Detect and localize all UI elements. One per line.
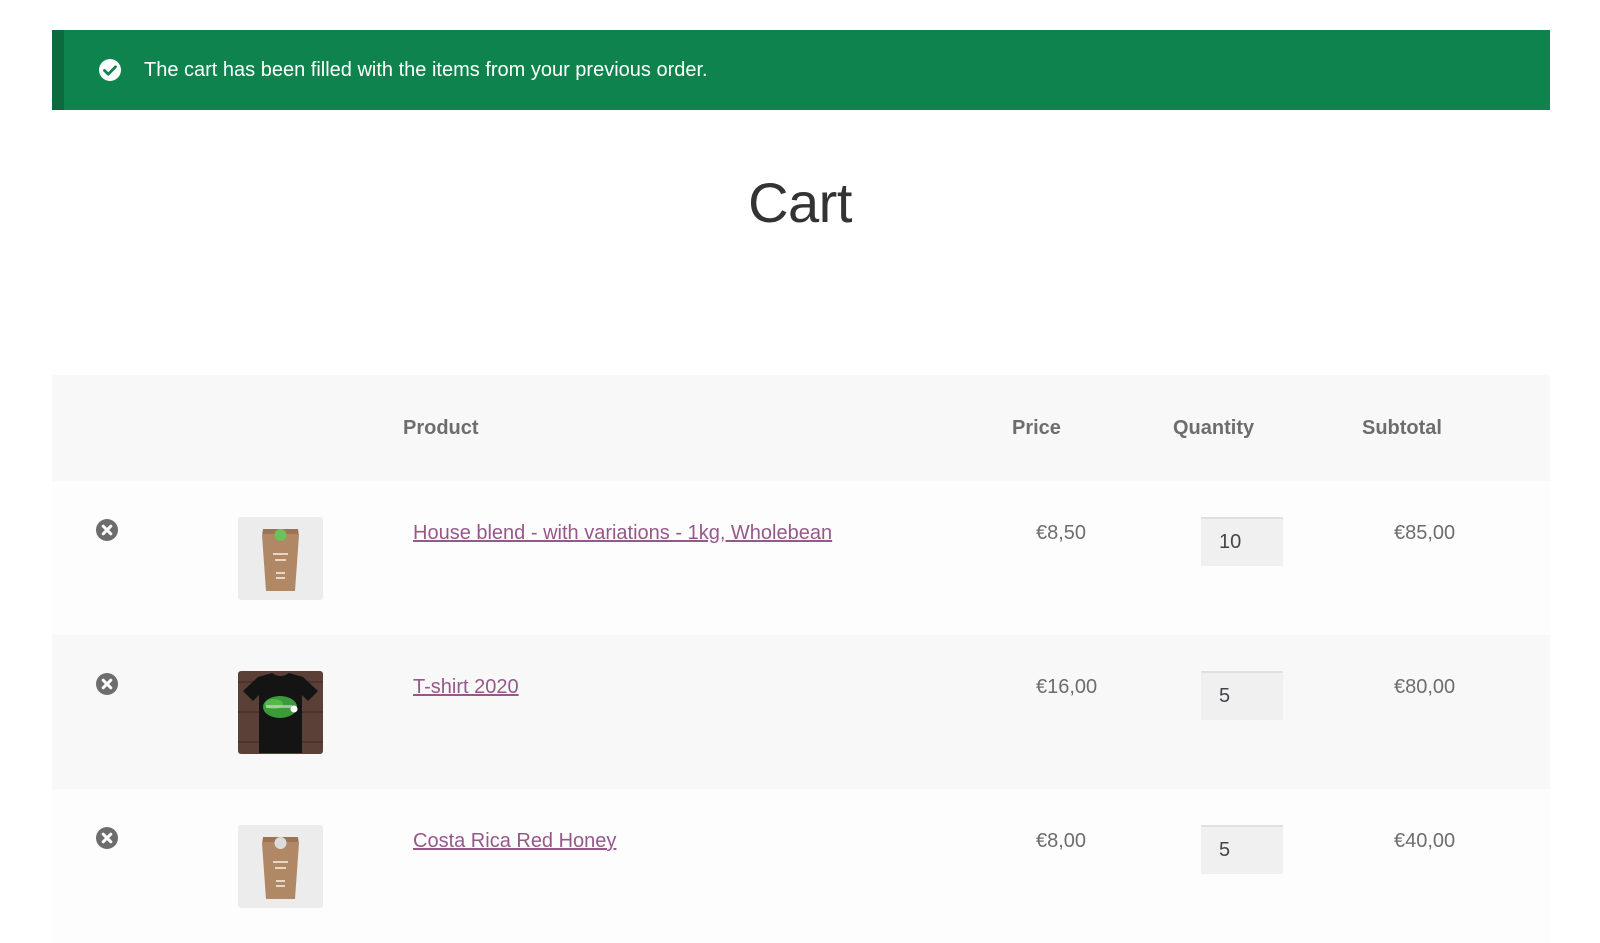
- column-header-price: Price: [1012, 417, 1061, 439]
- product-thumbnail[interactable]: [238, 517, 323, 600]
- quantity-input[interactable]: [1201, 825, 1283, 874]
- table-header-row: Product Price Quantity Subtotal: [52, 375, 1550, 481]
- column-header-subtotal: Subtotal: [1362, 417, 1442, 439]
- quantity-input[interactable]: [1201, 671, 1283, 720]
- close-icon: [101, 524, 113, 536]
- product-price: €8,00: [1036, 830, 1087, 852]
- product-link[interactable]: Costa Rica Red Honey: [413, 830, 616, 853]
- product-thumbnail[interactable]: [238, 825, 323, 908]
- cart-table: Product Price Quantity Subtotal House bl…: [52, 375, 1550, 943]
- table-row: Costa Rica Red Honey €8,00 €40,00: [52, 789, 1550, 943]
- coffee-bag-image: [238, 517, 323, 600]
- remove-item-button[interactable]: [96, 673, 118, 695]
- success-notice: The cart has been filled with the items …: [52, 30, 1550, 110]
- product-price: €8,50: [1036, 522, 1087, 544]
- product-subtotal: €85,00: [1394, 522, 1456, 544]
- product-thumbnail[interactable]: [238, 671, 323, 754]
- product-subtotal: €40,00: [1394, 830, 1456, 852]
- remove-item-button[interactable]: [96, 519, 118, 541]
- table-row: T-shirt 2020 €16,00 €80,00: [52, 635, 1550, 789]
- product-link[interactable]: T-shirt 2020: [413, 676, 519, 699]
- close-icon: [101, 678, 113, 690]
- quantity-input[interactable]: [1201, 517, 1283, 566]
- coffee-bag-image: [238, 825, 323, 908]
- column-header-quantity: Quantity: [1173, 417, 1255, 439]
- product-subtotal: €80,00: [1394, 676, 1456, 698]
- notice-message: The cart has been filled with the items …: [144, 58, 708, 81]
- table-row: House blend - with variations - 1kg, Who…: [52, 481, 1550, 635]
- product-price: €16,00: [1036, 676, 1098, 698]
- close-icon: [101, 832, 113, 844]
- check-circle-icon: [98, 58, 122, 82]
- remove-item-button[interactable]: [96, 827, 118, 849]
- column-header-product: Product: [403, 417, 479, 439]
- tshirt-image: [238, 671, 323, 754]
- page-title: Cart: [748, 171, 852, 234]
- product-link[interactable]: House blend - with variations - 1kg, Who…: [413, 522, 832, 545]
